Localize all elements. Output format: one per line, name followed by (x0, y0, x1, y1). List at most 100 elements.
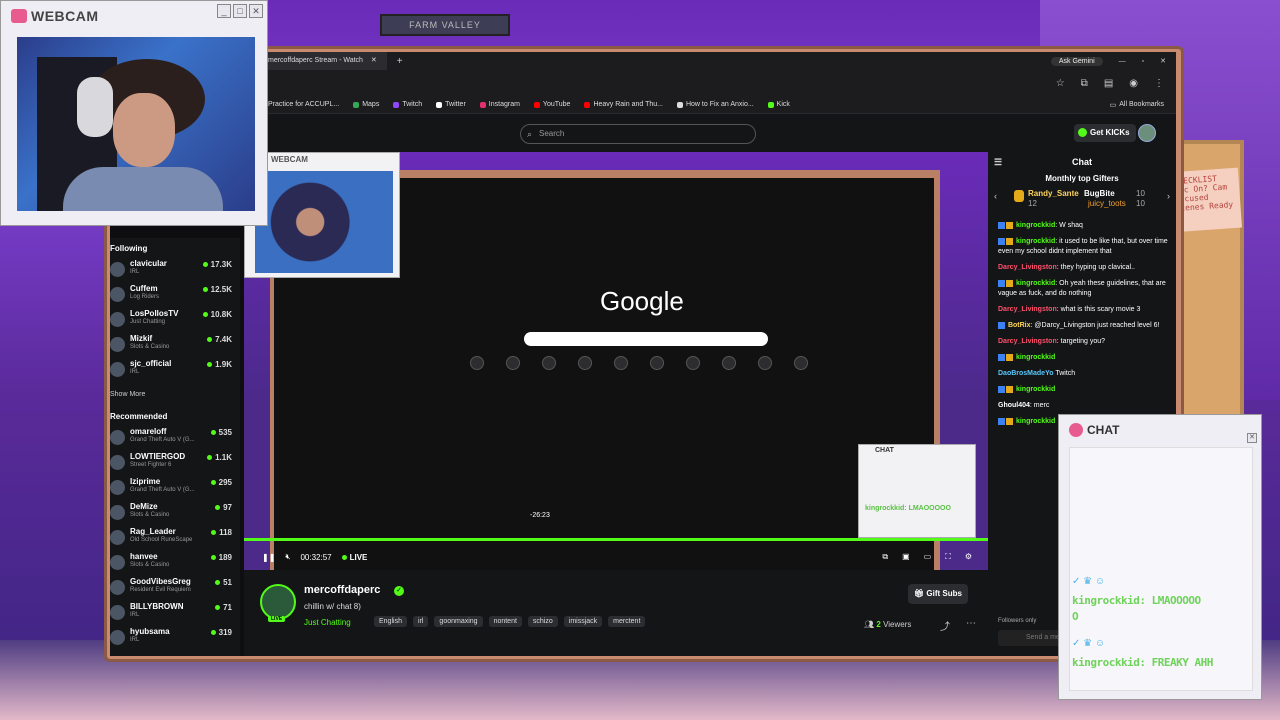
ask-gemini-button[interactable]: Ask Gemini (1050, 56, 1103, 66)
sidebar-channel[interactable]: DeMize Slots & Casino 97 (110, 502, 240, 527)
search-input[interactable]: ⌕ Search (520, 124, 756, 144)
sidebar-channel[interactable]: LosPollosTV Just Chatting 10.8K (110, 309, 240, 334)
tag[interactable]: English (374, 616, 407, 627)
tag[interactable]: goonmaxing (434, 616, 483, 627)
profile-icon[interactable]: ◉ (1129, 78, 1138, 89)
bookmark-anxiety[interactable]: How to Fix an Anxio... (676, 101, 754, 108)
chat-message: Darcy_Livingston: targeting you? (998, 338, 1106, 345)
bookmark-instagram[interactable]: Instagram (479, 101, 520, 108)
tag[interactable]: merctent (608, 616, 646, 627)
gift-subs-button[interactable]: 🎁︎ Gift Subs (908, 584, 968, 604)
sidebar-channel[interactable]: Cuffem Log Riders 12.5K (110, 284, 240, 309)
sidebar-channel[interactable]: LOWTIERGOD Street Fighter 6 1.1K (110, 452, 240, 477)
close-tab-icon[interactable]: ✕ (371, 57, 377, 64)
streamer-name[interactable]: mercoffdaperc (304, 584, 380, 596)
progress-bar[interactable] (244, 538, 988, 541)
overlay-chat-line: kingrockkid: LMAOOOOO (1072, 594, 1201, 607)
extensions-icon[interactable]: ⧉ (1081, 78, 1088, 89)
minimize-icon[interactable]: — (1119, 58, 1126, 65)
mute-icon[interactable]: 🔇︎ (285, 552, 290, 562)
sidebar-channel[interactable]: Mizkif Slots & Casino 7.4K (110, 334, 240, 359)
kick-icon (767, 101, 774, 108)
bookmark-0[interactable]: Practice for ACCUPL... (268, 101, 339, 108)
sidebar-channel[interactable]: hanvee Slots & Casino 189 (110, 552, 240, 577)
menu-icon[interactable]: ⋮ (1154, 78, 1164, 89)
nested-chat: CHAT kingrockkid: LMAOOOOO (858, 444, 976, 538)
sidebar-channel[interactable]: sjc_official IRL 1.9K (110, 359, 240, 384)
collapse-chat-icon[interactable]: ☰ (994, 152, 1002, 172)
miniplayer-icon[interactable]: ▣ (902, 552, 910, 562)
viewer-count: 👥︎ 2 Viewers (864, 620, 912, 629)
gifter-name[interactable]: BugBite (1084, 189, 1115, 198)
clip-icon[interactable]: ⧉ (882, 552, 888, 562)
shortcut-icon (470, 356, 484, 370)
sidepanel-icon[interactable]: ▤ (1104, 78, 1113, 89)
chevron-right-icon[interactable]: › (1167, 191, 1170, 201)
bookmarks-bar: Practice for ACCUPL... Maps Twitch Twitt… (110, 96, 1176, 114)
chevron-left-icon[interactable]: ‹ (994, 191, 997, 201)
tag[interactable]: nontent (488, 616, 522, 627)
get-kicks-button[interactable]: Get KICKs (1074, 124, 1136, 142)
sidebar-channel[interactable]: Rag_Leader Old School RuneScape 118 (110, 527, 240, 552)
room-shelf: FARM VALLEY (380, 14, 510, 36)
sidebar-channel[interactable]: Iziprime Grand Theft Auto V (G... 295 (110, 477, 240, 502)
avatar (110, 605, 125, 620)
tag[interactable]: imissjack (563, 616, 603, 627)
sidebar-channel[interactable]: GoodVibesGreg Resident Evil Requiem 51 (110, 577, 240, 602)
chat-message: BotRix: @Darcy_Livingston just reached l… (998, 321, 1168, 331)
more-options-icon[interactable]: ⋯ (966, 618, 976, 629)
tag[interactable]: irl (412, 616, 429, 627)
maximize-icon[interactable]: ▫ (1142, 58, 1144, 65)
gifter-count: 10 (1136, 199, 1145, 208)
player-controls: ❚❚ 🔇︎ 00:32:57 LIVE ⧉ ▣ ▭ ⛶ ⚙ (244, 544, 988, 570)
theater-icon[interactable]: ▭ (924, 552, 932, 562)
chat-overlay: CHAT ✕ ✓ ♛ ☺ kingrockkid: LMAOOOOO O ✓ ♛… (1058, 414, 1262, 700)
page-icon (676, 101, 683, 108)
sidebar-channel[interactable]: clavicular IRL 17.3K (110, 259, 240, 284)
bookmark-kick[interactable]: Kick (767, 101, 790, 108)
close-window-icon[interactable]: ✕ (1160, 57, 1166, 65)
all-bookmarks[interactable]: ▭ All Bookmarks (1110, 101, 1176, 109)
sidebar-channel[interactable]: omareloff Grand Theft Auto V (G... 535 (110, 427, 240, 452)
bookmark-maps[interactable]: Maps (353, 101, 379, 108)
badge-icon (1006, 385, 1013, 393)
bookmark-youtube[interactable]: YouTube (533, 101, 570, 108)
avatar (110, 337, 125, 352)
pause-icon[interactable]: ❚❚ (262, 553, 275, 562)
nested-webcam-title: WEBCAM (271, 155, 308, 164)
category-link[interactable]: Just Chatting (304, 618, 351, 627)
gifter-count: 12 (1028, 199, 1037, 208)
fullscreen-icon[interactable]: ⛶ (945, 552, 951, 562)
bookmark-twitch[interactable]: Twitch (393, 101, 422, 108)
gifter-name[interactable]: Randy_Sante (1028, 189, 1079, 198)
kick-coin-icon (1078, 128, 1087, 137)
bookmark-heavy-rain[interactable]: Heavy Rain and Thu... (584, 101, 663, 108)
star-icon[interactable]: ☆ (1056, 78, 1065, 89)
nested-chat-line: kingrockkid: LMAOOOOO (865, 505, 951, 512)
live-indicator[interactable]: LIVE (342, 553, 368, 562)
sidebar-channel[interactable]: hyubsama IRL 319 (110, 627, 240, 652)
chat-overlay-body: ✓ ♛ ☺ kingrockkid: LMAOOOOO O ✓ ♛ ☺ king… (1069, 447, 1253, 691)
settings-icon[interactable]: ⚙ (965, 552, 972, 562)
new-tab-icon[interactable]: + (397, 56, 403, 67)
badge-icon (998, 221, 1005, 229)
chat-message: kingrockkid (998, 385, 1168, 395)
share-icon[interactable]: ⤴ (940, 618, 950, 633)
user-avatar[interactable] (1138, 124, 1156, 142)
tag[interactable]: schizo (527, 616, 558, 627)
sidebar-channel[interactable]: BILLYBROWN IRL 71 (110, 602, 240, 627)
webcam-feed (17, 37, 255, 211)
bookmark-twitter[interactable]: Twitter (436, 101, 466, 108)
close-icon: ✕ (249, 4, 263, 18)
person-shirt (63, 167, 223, 211)
avatar (110, 455, 125, 470)
gifter-name[interactable]: juicy_toots (1088, 199, 1126, 208)
tag-list: English irl goonmaxing nontent schizo im… (374, 616, 646, 627)
badge-icon (1006, 221, 1013, 229)
streamer-avatar[interactable] (260, 584, 296, 620)
following-heading: Following (110, 244, 148, 253)
avatar (110, 630, 125, 645)
video-player[interactable]: Google WEBCAM CHAT kingrockkid: LMAOOOOO… (244, 152, 988, 570)
chat-messages: kingrockkid: W shaq kingrockkid: it used… (988, 215, 1176, 427)
show-more-button[interactable]: Show More (110, 384, 240, 406)
